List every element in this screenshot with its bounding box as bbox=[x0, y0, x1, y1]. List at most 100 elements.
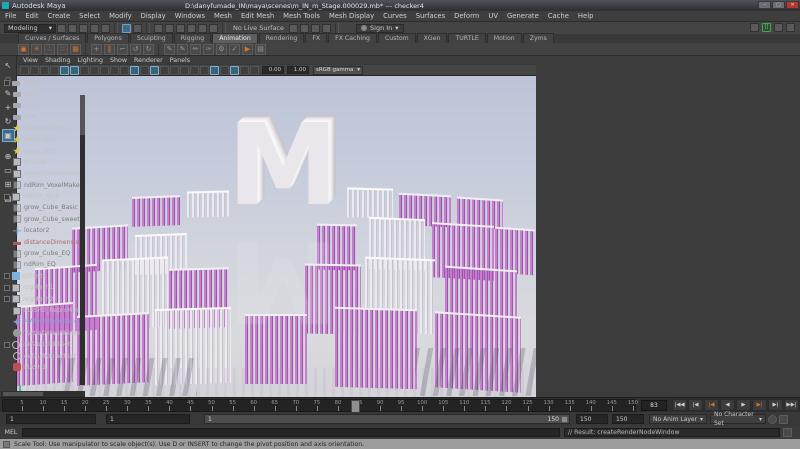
shelf-icon-9[interactable]: ↺ bbox=[130, 43, 141, 55]
viewport-toolbar-icon-3[interactable] bbox=[40, 65, 49, 75]
outliner-item-defaultlightset[interactable]: defaultLightSet bbox=[4, 339, 85, 350]
menu-help[interactable]: Help bbox=[578, 12, 594, 20]
statusline-right-icon[interactable]: [] bbox=[762, 23, 771, 32]
viewport-toolbar-icon-11[interactable] bbox=[120, 65, 129, 75]
statusline-right-icon[interactable] bbox=[750, 23, 759, 32]
viewport-toolbar-icon-8[interactable] bbox=[90, 65, 99, 75]
outliner-item-ndrim-eq[interactable]: ndRim_EQ bbox=[4, 259, 85, 270]
viewport-toolbar-icon-22[interactable] bbox=[230, 65, 239, 75]
statusline-icon[interactable] bbox=[209, 23, 218, 33]
outliner-item-defaultobjectset[interactable]: defaultObjectSet bbox=[4, 350, 85, 361]
exposure-field[interactable]: 0.00 bbox=[262, 66, 284, 74]
viewport-toolbar-icon-6[interactable] bbox=[70, 65, 79, 75]
outliner-vertical-scrollbar[interactable] bbox=[80, 95, 85, 385]
animation-preferences-icon[interactable] bbox=[779, 414, 788, 424]
statusline-icon[interactable] bbox=[57, 23, 66, 33]
shelf-tab-motion[interactable]: Motion bbox=[486, 33, 522, 43]
menu-mesh-display[interactable]: Mesh Display bbox=[329, 12, 374, 20]
shelf-icon-10[interactable]: ↻ bbox=[143, 43, 154, 55]
outliner-item-distancedimension1[interactable]: distanceDimension1 bbox=[4, 236, 85, 247]
shelf-icon-5[interactable]: ▦ bbox=[70, 43, 81, 55]
expand-box[interactable] bbox=[4, 79, 10, 86]
viewport-toolbar-icon-19[interactable] bbox=[200, 65, 209, 75]
viewport-toolbar-icon-7[interactable] bbox=[80, 65, 89, 75]
viewport-toolbar-icon-23[interactable] bbox=[240, 65, 249, 75]
viewport-toolbar-icon-15[interactable] bbox=[160, 65, 169, 75]
statusline-icon[interactable] bbox=[68, 23, 77, 33]
viewport-menu-renderer[interactable]: Renderer bbox=[134, 57, 163, 64]
statusline-icon[interactable] bbox=[176, 23, 185, 33]
step-back-frame-button[interactable]: |◀ bbox=[688, 399, 703, 411]
shelf-tab-custom[interactable]: Custom bbox=[377, 33, 416, 43]
outliner-item-locator2[interactable]: locator2 bbox=[4, 225, 85, 236]
anim-start-field[interactable]: 1 bbox=[6, 414, 96, 424]
menu-create[interactable]: Create bbox=[48, 12, 71, 20]
outliner-item-side[interactable]: side bbox=[4, 111, 85, 122]
shelf-tab-turtle[interactable]: TURTLE bbox=[448, 33, 486, 43]
statusline-icon[interactable] bbox=[187, 23, 196, 33]
outliner-item-mash2-repromesh[interactable]: MASH2_ReproMesh bbox=[4, 305, 85, 316]
viewport-menu-lighting[interactable]: Lighting bbox=[78, 57, 103, 64]
expand-box[interactable] bbox=[4, 284, 10, 291]
shelf-icon-7[interactable]: ‖ bbox=[104, 43, 115, 55]
outliner-item-mash2-influence-lso[interactable]: MASH2_Influence_lso bbox=[4, 316, 85, 327]
menu-curves[interactable]: Curves bbox=[383, 12, 407, 20]
anim-layer-dropdown[interactable]: No Anim Layer ▾ bbox=[649, 414, 707, 424]
statusline-icon[interactable] bbox=[90, 23, 99, 33]
viewport-toolbar-icon-9[interactable] bbox=[100, 65, 109, 75]
gamma-field[interactable]: 1.00 bbox=[287, 66, 309, 74]
shelf-tab-fx[interactable]: FX bbox=[305, 33, 328, 43]
viewport-toolbar-icon-14[interactable] bbox=[150, 65, 159, 75]
shelf-icon-18[interactable]: ▤ bbox=[255, 43, 266, 55]
viewport-menu-show[interactable]: Show bbox=[110, 57, 127, 64]
shelf-tab-rigging[interactable]: Rigging bbox=[173, 33, 212, 43]
statusline-icon[interactable] bbox=[289, 23, 299, 33]
shelf-tab-zyms[interactable]: Zyms bbox=[522, 33, 554, 43]
outliner-item-nrgmesh1[interactable]: nrgMesh1 bbox=[4, 282, 85, 293]
mel-input[interactable] bbox=[22, 428, 560, 437]
shelf-icon-16[interactable]: ✓ bbox=[229, 43, 240, 55]
viewport-toolbar-icon-16[interactable] bbox=[170, 65, 179, 75]
character-set-dropdown[interactable]: No Character Set ▾ bbox=[710, 411, 766, 427]
viewport-toolbar-icon-20[interactable] bbox=[210, 65, 219, 75]
shelf-icon-17[interactable]: ▶ bbox=[242, 43, 253, 55]
viewport-toolbar-icon-5[interactable] bbox=[60, 65, 69, 75]
colorspace-dropdown[interactable]: sRGB gamma ▾ bbox=[313, 65, 363, 75]
range-handle[interactable] bbox=[561, 416, 568, 423]
minimize-button[interactable]: – bbox=[758, 1, 771, 9]
expand-box[interactable] bbox=[4, 193, 10, 200]
menu-set-dropdown[interactable]: Modeling ▾ bbox=[4, 23, 56, 33]
auto-keyframe-toggle[interactable] bbox=[768, 414, 777, 424]
shelf-tab-rendering[interactable]: Rendering bbox=[258, 33, 305, 43]
menu-cache[interactable]: Cache bbox=[548, 12, 569, 20]
shelf-icon-12[interactable]: ✎ bbox=[177, 43, 188, 55]
statusline-icon[interactable] bbox=[133, 23, 142, 33]
playback-start-field[interactable]: 1 bbox=[106, 414, 190, 424]
outliner-item-top[interactable]: top bbox=[4, 88, 85, 99]
restore-button[interactable]: ▢ bbox=[772, 1, 785, 9]
shelf-icon-6[interactable]: + bbox=[91, 43, 102, 55]
statusline-icon[interactable] bbox=[79, 23, 88, 33]
shelf-tab-animation[interactable]: Animation bbox=[212, 33, 258, 43]
shelf-tab-fx-caching[interactable]: FX Caching bbox=[328, 33, 377, 43]
outliner-item-arealight3[interactable]: areaLight3 bbox=[4, 145, 85, 156]
menu-mesh[interactable]: Mesh bbox=[214, 12, 232, 20]
shelf-icon-4[interactable]: ∷ bbox=[57, 43, 68, 55]
playback-end-field[interactable]: 150 bbox=[576, 414, 608, 424]
shelf-icon-11[interactable]: ✎ bbox=[164, 43, 175, 55]
outliner-item-turtledefaultbakelay[interactable]: TurtleDefaultBakeLay bbox=[4, 328, 85, 339]
sign-in-dropdown[interactable]: Sign In ▾ bbox=[356, 23, 404, 33]
statusline-right-icon[interactable] bbox=[774, 23, 783, 32]
viewport-toolbar-icon-4[interactable] bbox=[50, 65, 59, 75]
go-to-start-button[interactable]: |◀◀ bbox=[672, 399, 687, 411]
outliner-item-ndrim-split[interactable]: ndRim_Split bbox=[4, 191, 85, 202]
menu-file[interactable]: File bbox=[5, 12, 16, 20]
shelf-icon-15[interactable]: ⚙ bbox=[216, 43, 227, 55]
menu-uv[interactable]: UV bbox=[488, 12, 498, 20]
shelf-tab-polygons[interactable]: Polygons bbox=[87, 33, 129, 43]
shelf-icon-3[interactable]: ∴ bbox=[44, 43, 55, 55]
expand-box[interactable] bbox=[4, 296, 10, 303]
current-frame-field[interactable]: 83 bbox=[641, 399, 667, 411]
menu-mesh-tools[interactable]: Mesh Tools bbox=[283, 12, 320, 20]
statusline-right-icon[interactable] bbox=[786, 23, 795, 32]
